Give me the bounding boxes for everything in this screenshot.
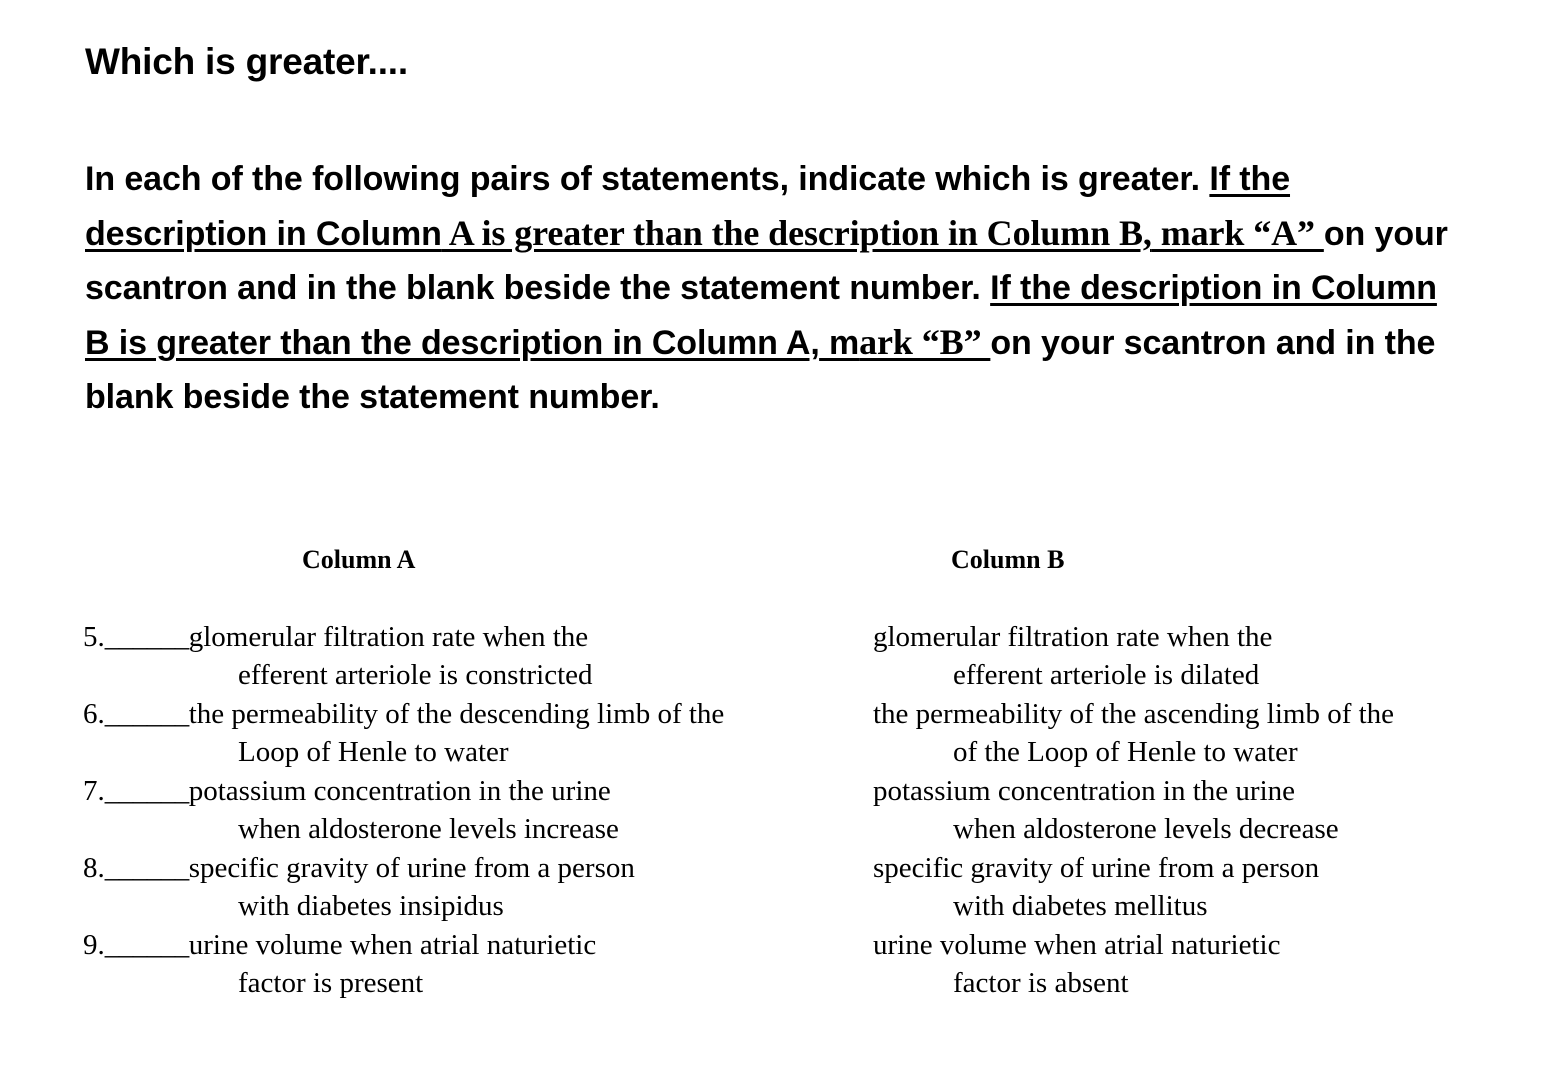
statement-column-a: 6.______the permeability of the descendi… [83,695,843,771]
statement-text-b: the permeability of the ascending limb o… [873,698,1395,730]
statement-line-primary: 7.______potassium concentration in the u… [83,772,843,810]
statement-column-a: 7.______potassium concentration in the u… [83,772,843,848]
statement-column-b: potassium concentration in the urine whe… [873,772,1513,848]
answer-blank[interactable]: ______ [105,698,190,730]
instructions-segment-8: ark “B” [859,322,991,362]
statement-line-secondary: with diabetes insipidus [238,890,504,922]
statement-line-primary: 9.______urine volume when atrial naturie… [83,926,843,964]
statement-pairs-list: 5.______glomerular filtration rate when … [0,618,1544,1003]
statement-number: 7. [83,775,105,807]
statement-column-b: urine volume when atrial naturietic fact… [873,926,1513,1002]
statement-line-secondary: efferent arteriole is constricted [238,659,593,691]
statement-line-secondary: efferent arteriole is dilated [953,659,1260,691]
statement-pair-row: 7.______potassium concentration in the u… [0,772,1544,849]
statement-column-a: 9.______urine volume when atrial naturie… [83,926,843,1002]
statement-number: 8. [83,852,105,884]
statement-column-b: specific gravity of urine from a person … [873,849,1513,925]
statement-line-primary: 5.______glomerular filtration rate when … [83,618,843,656]
statement-line-secondary: Loop of Henle to water [238,736,509,768]
statement-text-a: specific gravity of urine from a person [188,852,635,884]
statement-number: 9. [83,929,105,961]
instructions-segment-1: In each of the following pairs of statem… [85,160,1210,198]
statement-line-secondary: factor is absent [953,967,1129,999]
statement-line-primary: 6.______the permeability of the descendi… [83,695,843,733]
instructions-segment-4: mark “A” [1151,213,1324,253]
document-page: Which is greater.... In each of the foll… [0,0,1544,1080]
statement-text-b: specific gravity of urine from a person [873,852,1320,884]
statement-text-b: urine volume when atrial naturietic [873,929,1281,961]
page-title: Which is greater.... [85,40,408,82]
statement-line-secondary: when aldosterone levels increase [238,813,619,845]
statement-line-primary: 8.______specific gravity of urine from a… [83,849,843,887]
answer-blank[interactable]: ______ [105,775,190,807]
instructions-segment-7: m [819,324,860,362]
statement-line-secondary: when aldosterone levels decrease [953,813,1339,845]
statement-line-secondary: factor is present [238,967,424,999]
answer-blank[interactable]: ______ [105,852,190,884]
answer-blank[interactable]: ______ [105,929,190,961]
column-a-header: Column A [302,545,416,574]
statement-column-a: 5.______glomerular filtration rate when … [83,618,843,694]
instructions-paragraph: In each of the following pairs of statem… [85,152,1465,424]
instructions-segment-3: A is greater than the description in Col… [441,213,1152,253]
statement-number: 6. [83,698,105,730]
statement-column-b: the permeability of the ascending limb o… [873,695,1513,771]
statement-pair-row: 9.______urine volume when atrial naturie… [0,926,1544,1003]
column-b-header: Column B [951,545,1065,574]
statement-text-a: glomerular filtration rate when the [188,621,589,653]
statement-pair-row: 6.______the permeability of the descendi… [0,695,1544,772]
statement-pair-row: 8.______specific gravity of urine from a… [0,849,1544,926]
answer-blank[interactable]: ______ [105,621,190,653]
statement-text-a: potassium concentration in the urine [188,775,611,807]
statement-number: 5. [83,621,105,653]
statement-line-secondary: with diabetes mellitus [953,890,1208,922]
statement-column-a: 8.______specific gravity of urine from a… [83,849,843,925]
statement-text-b: potassium concentration in the urine [873,775,1296,807]
statement-text-a: urine volume when atrial naturietic [188,929,597,961]
statement-line-secondary: of the Loop of Henle to water [953,736,1298,768]
statement-column-b: glomerular filtration rate when the effe… [873,618,1513,694]
statement-text-b: glomerular filtration rate when the [873,621,1273,653]
statement-pair-row: 5.______glomerular filtration rate when … [0,618,1544,695]
statement-text-a: the permeability of the descending limb … [188,698,725,730]
